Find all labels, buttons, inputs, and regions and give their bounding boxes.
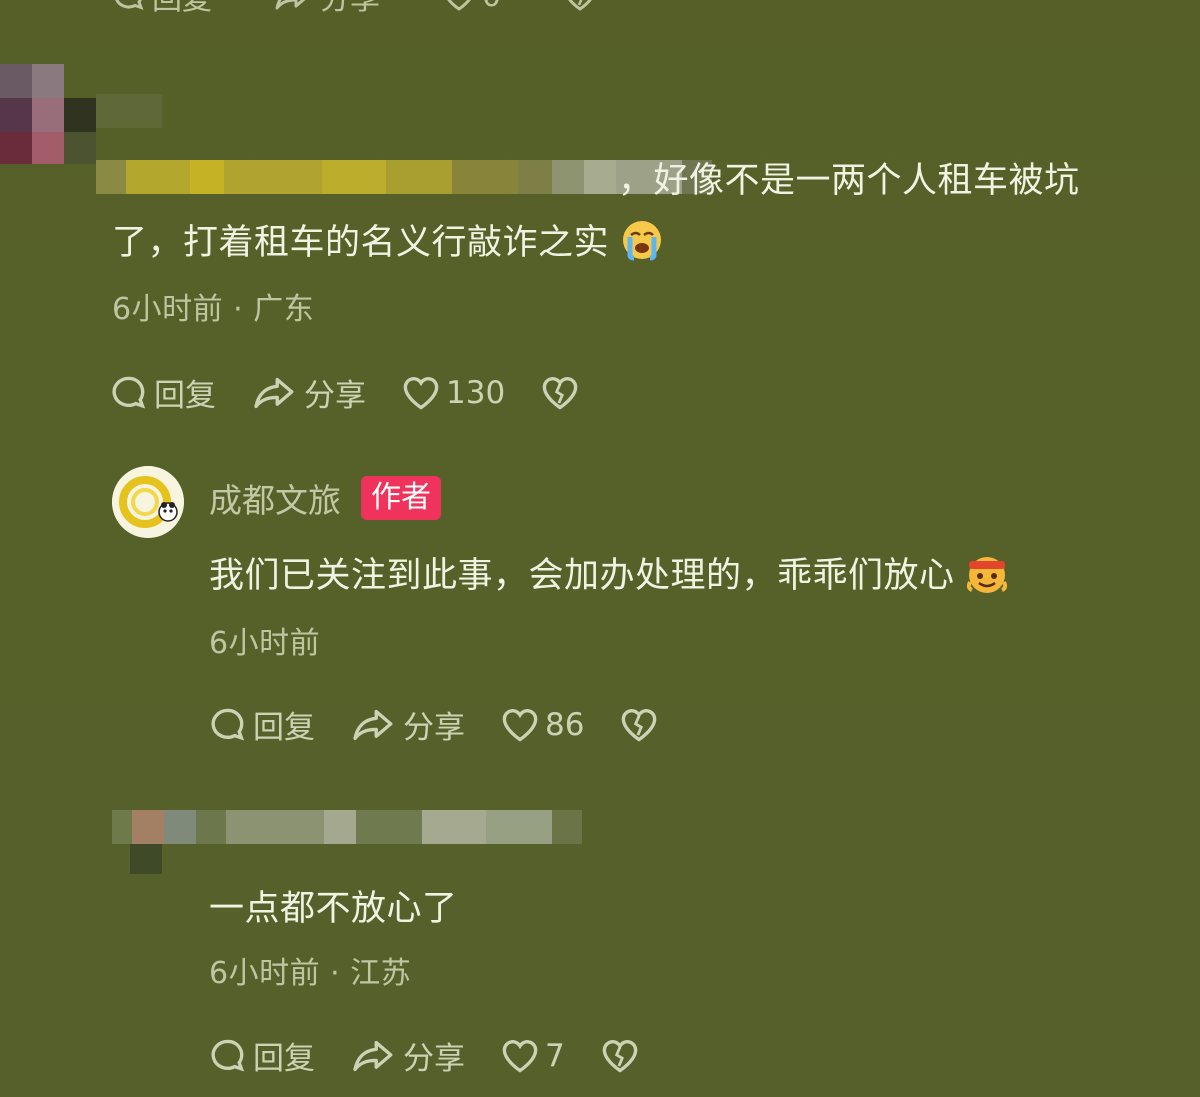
comment-icon [115,0,144,10]
comment-1-line-2: 了，打着租车的名义行敲诈之实 [112,223,610,263]
comment-1-text: ，好像不是一两个人租车被坑 了，打着租车的名义行敲诈之实 [112,150,1172,274]
broken-heart-icon [568,0,592,11]
logo-icon [112,466,184,538]
reply-label: 回复 [253,710,315,746]
broken-heart-icon [542,376,578,410]
blurred-avatar [0,64,170,164]
share-label: 分享 [403,710,465,746]
heart-icon [447,0,471,11]
comment-1-meta: 6小时前 · 广东 [112,292,315,327]
blurred-avatar-and-username [112,800,592,878]
share-button[interactable]: 分享 [252,370,366,415]
like-button[interactable]: 0 [442,0,501,14]
comment-icon [211,708,245,741]
like-count: 86 [545,706,585,743]
like-button[interactable]: 86 [501,707,584,743]
dislike-button[interactable] [563,0,597,12]
author-username[interactable]: 成都文旅 [209,474,341,522]
heart-icon [502,1039,538,1073]
reply-label: 回复 [154,378,216,414]
share-button[interactable]: 分享 [351,1033,465,1078]
share-label: 分享 [403,1041,465,1077]
like-button[interactable]: 130 [402,375,505,411]
author-header: 成都文旅 作者 [209,474,441,522]
broken-heart-icon [602,1039,638,1073]
share-icon [275,0,306,10]
comment-1-line-1: ，好像不是一两个人租车被坑 [618,161,1080,201]
broken-heart-icon [622,708,657,742]
reply-label: 回复 [152,0,212,18]
dislike-button[interactable] [601,1038,639,1074]
previous-comment-actions: 回复 分享 0 [112,0,633,17]
comment-2-actions: 回复 分享 86 [209,702,694,747]
comment-2-text: 我们已关注到此事，会加办处理的，乖乖们放心 [209,545,1008,607]
loudly-crying-face-icon [622,221,661,261]
share-button[interactable]: 分享 [351,702,465,747]
author-badge: 作者 [361,476,441,520]
reply-button[interactable]: 回复 [209,1033,315,1078]
reply-label: 回复 [253,1041,315,1077]
heart-icon [403,376,439,410]
comment-1-actions: 回复 分享 130 [110,370,615,415]
share-label: 分享 [304,378,366,414]
comment-icon [112,376,146,409]
reply-button[interactable]: 回复 [110,370,216,415]
share-icon [353,709,393,740]
like-count: 130 [446,374,506,411]
share-button[interactable]: 分享 [274,0,380,18]
comment-3-meta: 6小时前 · 江苏 [209,956,412,991]
share-label: 分享 [320,0,380,18]
share-icon [254,377,294,408]
headband-face-icon [967,557,1008,593]
dislike-button[interactable] [541,375,579,411]
like-count: 7 [545,1037,565,1074]
comment-2-meta: 6小时前 [209,626,321,661]
reply-button[interactable]: 回复 [209,702,315,747]
heart-icon [502,708,538,742]
comment-3-actions: 回复 分享 7 [209,1033,675,1078]
like-button[interactable]: 7 [501,1038,565,1074]
share-icon [353,1040,393,1071]
comment-3-text: 一点都不放心了 [209,889,458,929]
comment-icon [211,1039,245,1072]
dislike-button[interactable] [620,707,658,743]
author-avatar[interactable] [112,466,184,538]
reply-button[interactable]: 回复 [112,0,212,18]
like-count: 0 [482,0,501,14]
comment-2-body: 我们已关注到此事，会加办处理的，乖乖们放心 [209,556,955,596]
